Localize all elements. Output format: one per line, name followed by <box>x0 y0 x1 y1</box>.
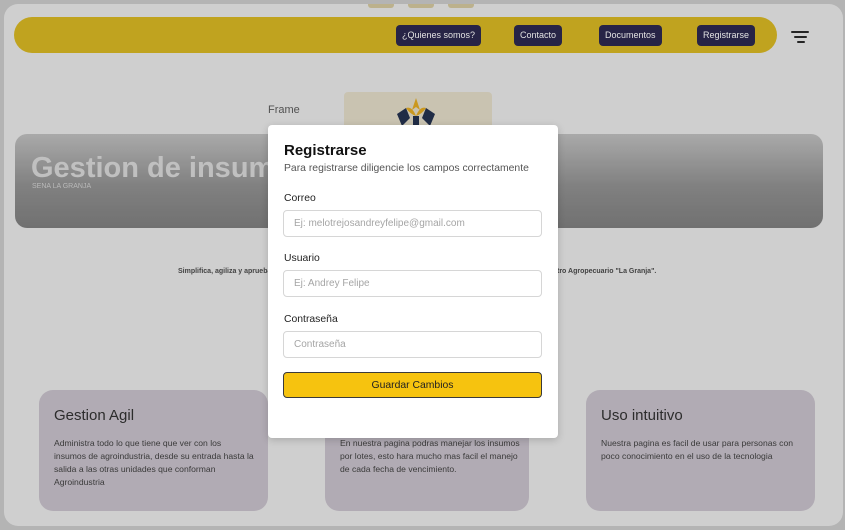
username-field[interactable] <box>283 270 542 297</box>
password-label: Contraseña <box>284 314 338 325</box>
save-changes-button[interactable]: Guardar Cambios <box>283 372 542 398</box>
password-field[interactable] <box>283 331 542 358</box>
modal-subtitle: Para registrarse diligencie los campos c… <box>284 163 529 174</box>
email-field[interactable] <box>283 210 542 237</box>
username-label: Usuario <box>284 253 320 264</box>
modal-title: Registrarse <box>284 142 367 159</box>
email-label: Correo <box>284 193 316 204</box>
register-modal: Registrarse Para registrarse diligencie … <box>268 125 558 438</box>
